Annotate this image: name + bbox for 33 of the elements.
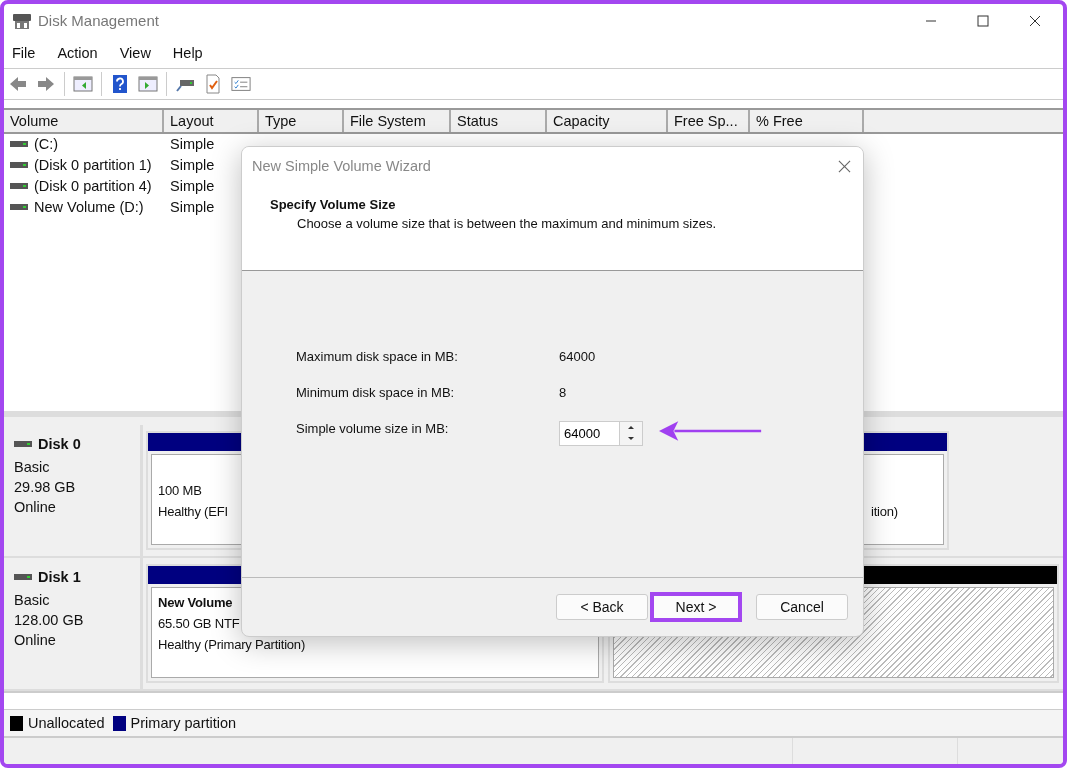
field-label: Simple volume size in MB: — [296, 420, 450, 436]
disk-name: Disk 1 — [38, 569, 81, 586]
partition-info: ition) — [871, 503, 898, 522]
table-cell: Simple — [170, 136, 215, 153]
table-cell: Simple — [170, 157, 215, 174]
disk-info: 128.00 GB — [14, 611, 85, 631]
partition-info: 65.50 GB NTF — [158, 615, 240, 634]
table-cell: (C:) — [34, 136, 59, 153]
partition-info: 100 MB — [158, 482, 202, 501]
disk-info: Basic — [14, 458, 51, 478]
legend-label: Unallocated — [28, 715, 105, 732]
table-cell: Simple — [170, 199, 215, 216]
disk-info: Online — [14, 631, 57, 651]
legend-label: Primary partition — [130, 715, 237, 732]
partition-name: New Volume — [158, 594, 233, 613]
disk-info: Online — [14, 498, 57, 518]
partition-info: Healthy (EFI — [158, 503, 228, 522]
table-cell: (Disk 0 partition 1) — [34, 157, 152, 174]
field-value: 64000 — [559, 348, 596, 364]
field-label: Minimum disk space in MB: — [296, 384, 456, 400]
table-cell: New Volume (D:) — [34, 199, 144, 216]
disk-name: Disk 0 — [38, 436, 81, 453]
dialog-title: New Simple Volume Wizard — [252, 158, 431, 174]
disk-info: 29.98 GB — [14, 478, 77, 498]
field-label: Maximum disk space in MB: — [296, 348, 459, 364]
field-value: 8 — [559, 384, 567, 400]
disk-info: Basic — [14, 591, 51, 611]
partition-info: Healthy (Primary Partition) — [158, 636, 306, 655]
window-title: Disk Management — [38, 12, 159, 30]
dialog-heading: Specify Volume Size — [270, 197, 397, 212]
table-cell: (Disk 0 partition 4) — [34, 178, 152, 195]
table-cell: Simple — [170, 178, 215, 195]
dialog-subheading: Choose a volume size that is between the maximum and minimum sizes. — [297, 216, 718, 231]
